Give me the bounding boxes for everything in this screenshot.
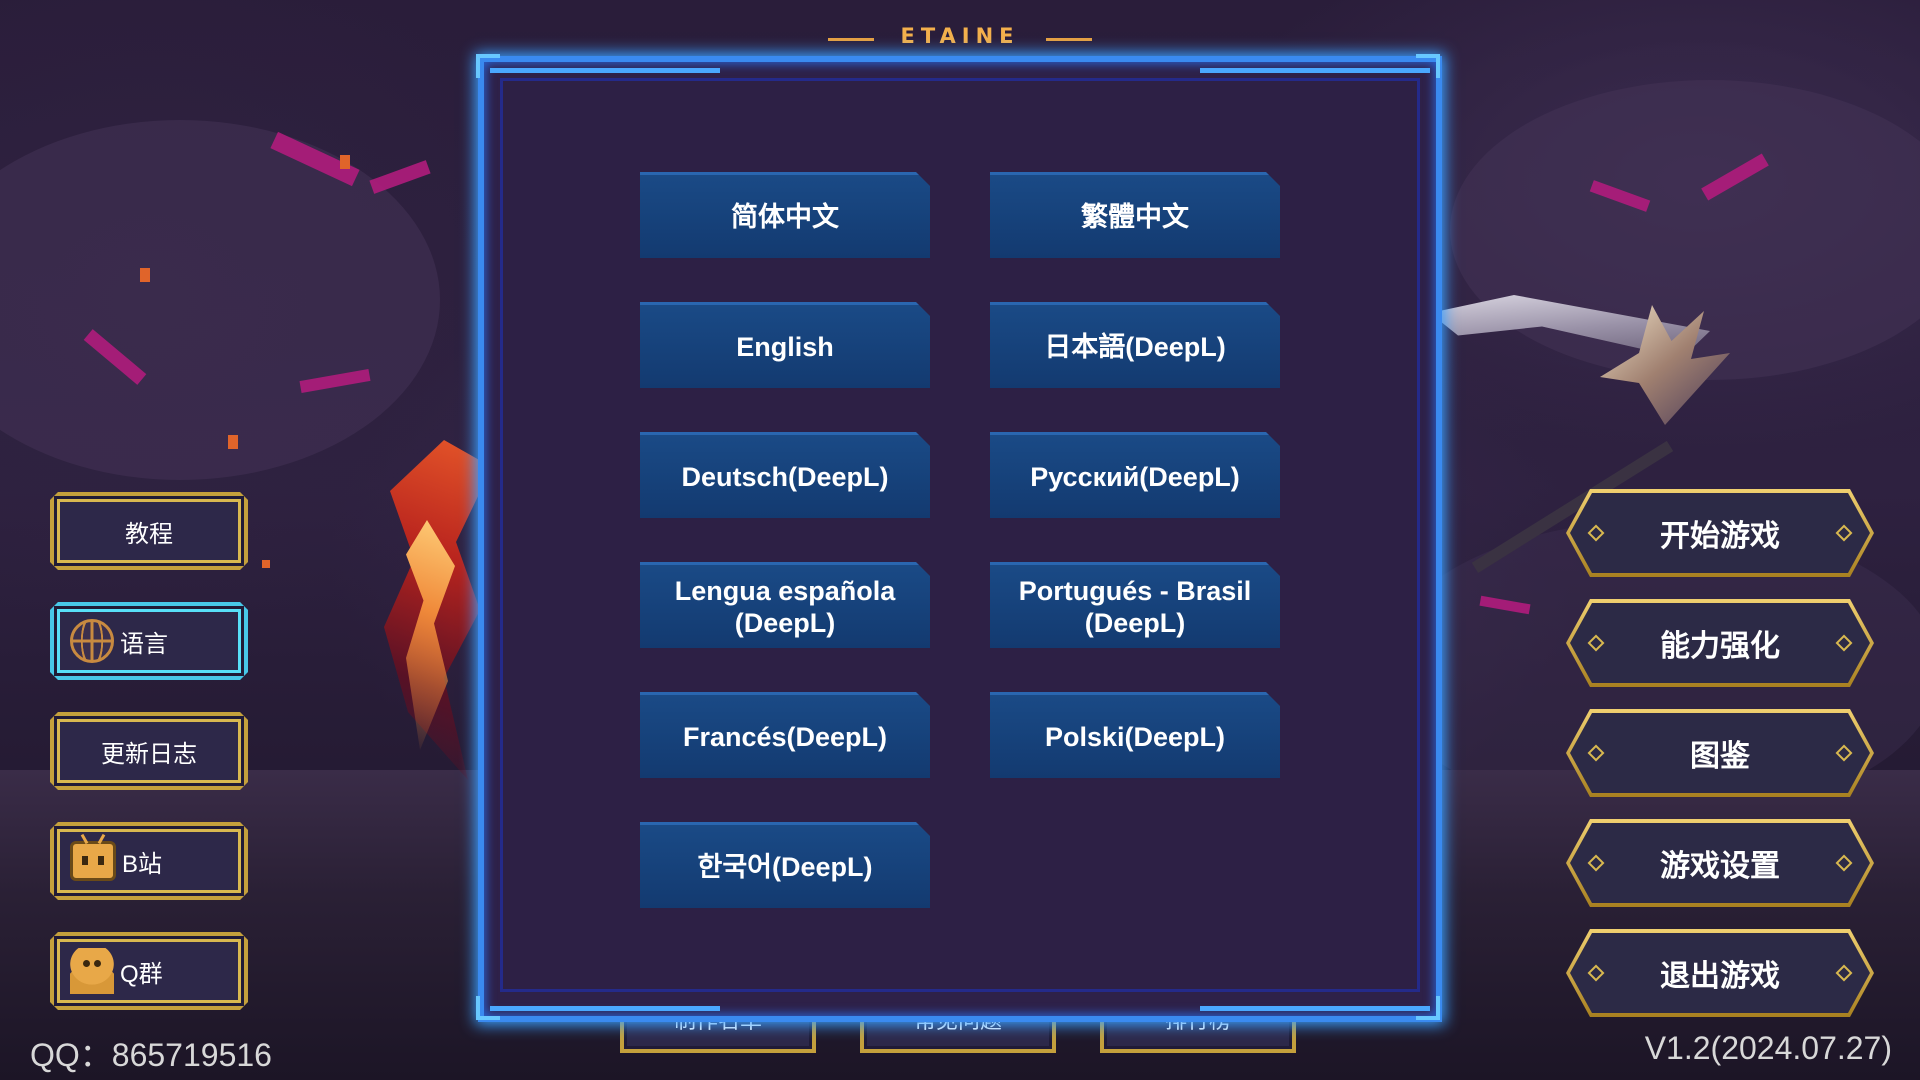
language-option-label: 한국어(DeepL) bbox=[697, 851, 873, 882]
qq-penguin-icon bbox=[70, 948, 114, 994]
language-option-russian[interactable]: Русский(DeepL) bbox=[990, 432, 1280, 518]
panel-accent bbox=[1200, 1006, 1430, 1011]
diamond-ornament-icon bbox=[1836, 745, 1853, 762]
panel-accent bbox=[490, 68, 720, 73]
ember bbox=[262, 560, 270, 568]
language-panel-body bbox=[500, 78, 1420, 992]
language-option-label: Francés(DeepL) bbox=[682, 721, 888, 752]
language-label: 语言 bbox=[120, 630, 168, 658]
diamond-ornament-icon bbox=[1836, 855, 1853, 872]
tutorial-button[interactable]: 教程 bbox=[50, 492, 248, 570]
tutorial-label: 教程 bbox=[125, 520, 173, 548]
codex-label: 图鉴 bbox=[1690, 740, 1750, 773]
language-option-korean[interactable]: 한국어(DeepL) bbox=[640, 822, 930, 908]
diamond-ornament-icon bbox=[1836, 525, 1853, 542]
diamond-ornament-icon bbox=[1588, 965, 1605, 982]
panel-corner bbox=[476, 54, 500, 78]
qq-group-button[interactable]: Q群 bbox=[50, 932, 248, 1010]
language-button[interactable]: 语言 bbox=[50, 602, 248, 680]
quit-button[interactable]: 退出游戏 bbox=[1570, 933, 1870, 1013]
language-option-label: 简体中文 bbox=[731, 201, 839, 232]
language-option-label: Lengua española (DeepL) bbox=[674, 575, 896, 638]
crystal-shard bbox=[369, 160, 431, 194]
language-option-label: 日本語(DeepL) bbox=[1044, 331, 1226, 362]
upgrade-label: 能力强化 bbox=[1660, 630, 1780, 663]
ember bbox=[340, 155, 350, 169]
quit-label: 退出游戏 bbox=[1660, 960, 1780, 993]
diamond-ornament-icon bbox=[1836, 635, 1853, 652]
language-option-label: Portugués - Brasil (DeepL) bbox=[1018, 575, 1252, 638]
settings-button[interactable]: 游戏设置 bbox=[1570, 823, 1870, 903]
ember bbox=[140, 268, 150, 282]
language-option-spanish[interactable]: Lengua española (DeepL) bbox=[640, 562, 930, 648]
panel-accent bbox=[490, 1006, 720, 1011]
language-option-portuguese[interactable]: Portugués - Brasil (DeepL) bbox=[990, 562, 1280, 648]
globe-icon bbox=[70, 619, 114, 663]
diamond-ornament-icon bbox=[1836, 965, 1853, 982]
diamond-ornament-icon bbox=[1588, 635, 1605, 652]
version-label: V1.2(2024.07.27) bbox=[1644, 1030, 1892, 1066]
start-game-label: 开始游戏 bbox=[1660, 520, 1780, 553]
language-option-label: Deutsch(DeepL) bbox=[681, 461, 889, 492]
settings-label: 游戏设置 bbox=[1660, 850, 1780, 883]
diamond-ornament-icon bbox=[1588, 745, 1605, 762]
language-option-french[interactable]: Francés(DeepL) bbox=[640, 692, 930, 778]
bilibili-button[interactable]: B站 bbox=[50, 822, 248, 900]
language-option-simplified-chinese[interactable]: 简体中文 bbox=[640, 172, 930, 258]
language-option-label: Polski(DeepL) bbox=[1044, 721, 1226, 752]
language-option-label: 繁體中文 bbox=[1081, 201, 1189, 232]
background-mist bbox=[0, 120, 440, 480]
panel-accent bbox=[1200, 68, 1430, 73]
language-option-label: English bbox=[736, 331, 834, 362]
start-game-button[interactable]: 开始游戏 bbox=[1570, 493, 1870, 573]
diamond-ornament-icon bbox=[1588, 525, 1605, 542]
qq-group-label: Q群 bbox=[120, 960, 163, 988]
diamond-ornament-icon bbox=[1588, 855, 1605, 872]
ember bbox=[228, 435, 238, 449]
codex-button[interactable]: 图鉴 bbox=[1570, 713, 1870, 793]
bilibili-tv-icon bbox=[70, 841, 116, 881]
panel-corner bbox=[476, 996, 500, 1020]
panel-corner bbox=[1416, 54, 1440, 78]
title-brand: ETAINE bbox=[900, 24, 1020, 48]
changelog-label: 更新日志 bbox=[101, 740, 197, 768]
bilibili-label: B站 bbox=[122, 850, 163, 878]
upgrade-button[interactable]: 能力强化 bbox=[1570, 603, 1870, 683]
language-option-english[interactable]: English bbox=[640, 302, 930, 388]
qq-number: QQ：865719516 bbox=[30, 1037, 272, 1073]
language-option-traditional-chinese[interactable]: 繁體中文 bbox=[990, 172, 1280, 258]
language-option-german[interactable]: Deutsch(DeepL) bbox=[640, 432, 930, 518]
language-option-japanese[interactable]: 日本語(DeepL) bbox=[990, 302, 1280, 388]
changelog-button[interactable]: 更新日志 bbox=[50, 712, 248, 790]
panel-corner bbox=[1416, 996, 1440, 1020]
language-option-label: Русский(DeepL) bbox=[1030, 461, 1240, 492]
language-option-polish[interactable]: Polski(DeepL) bbox=[990, 692, 1280, 778]
